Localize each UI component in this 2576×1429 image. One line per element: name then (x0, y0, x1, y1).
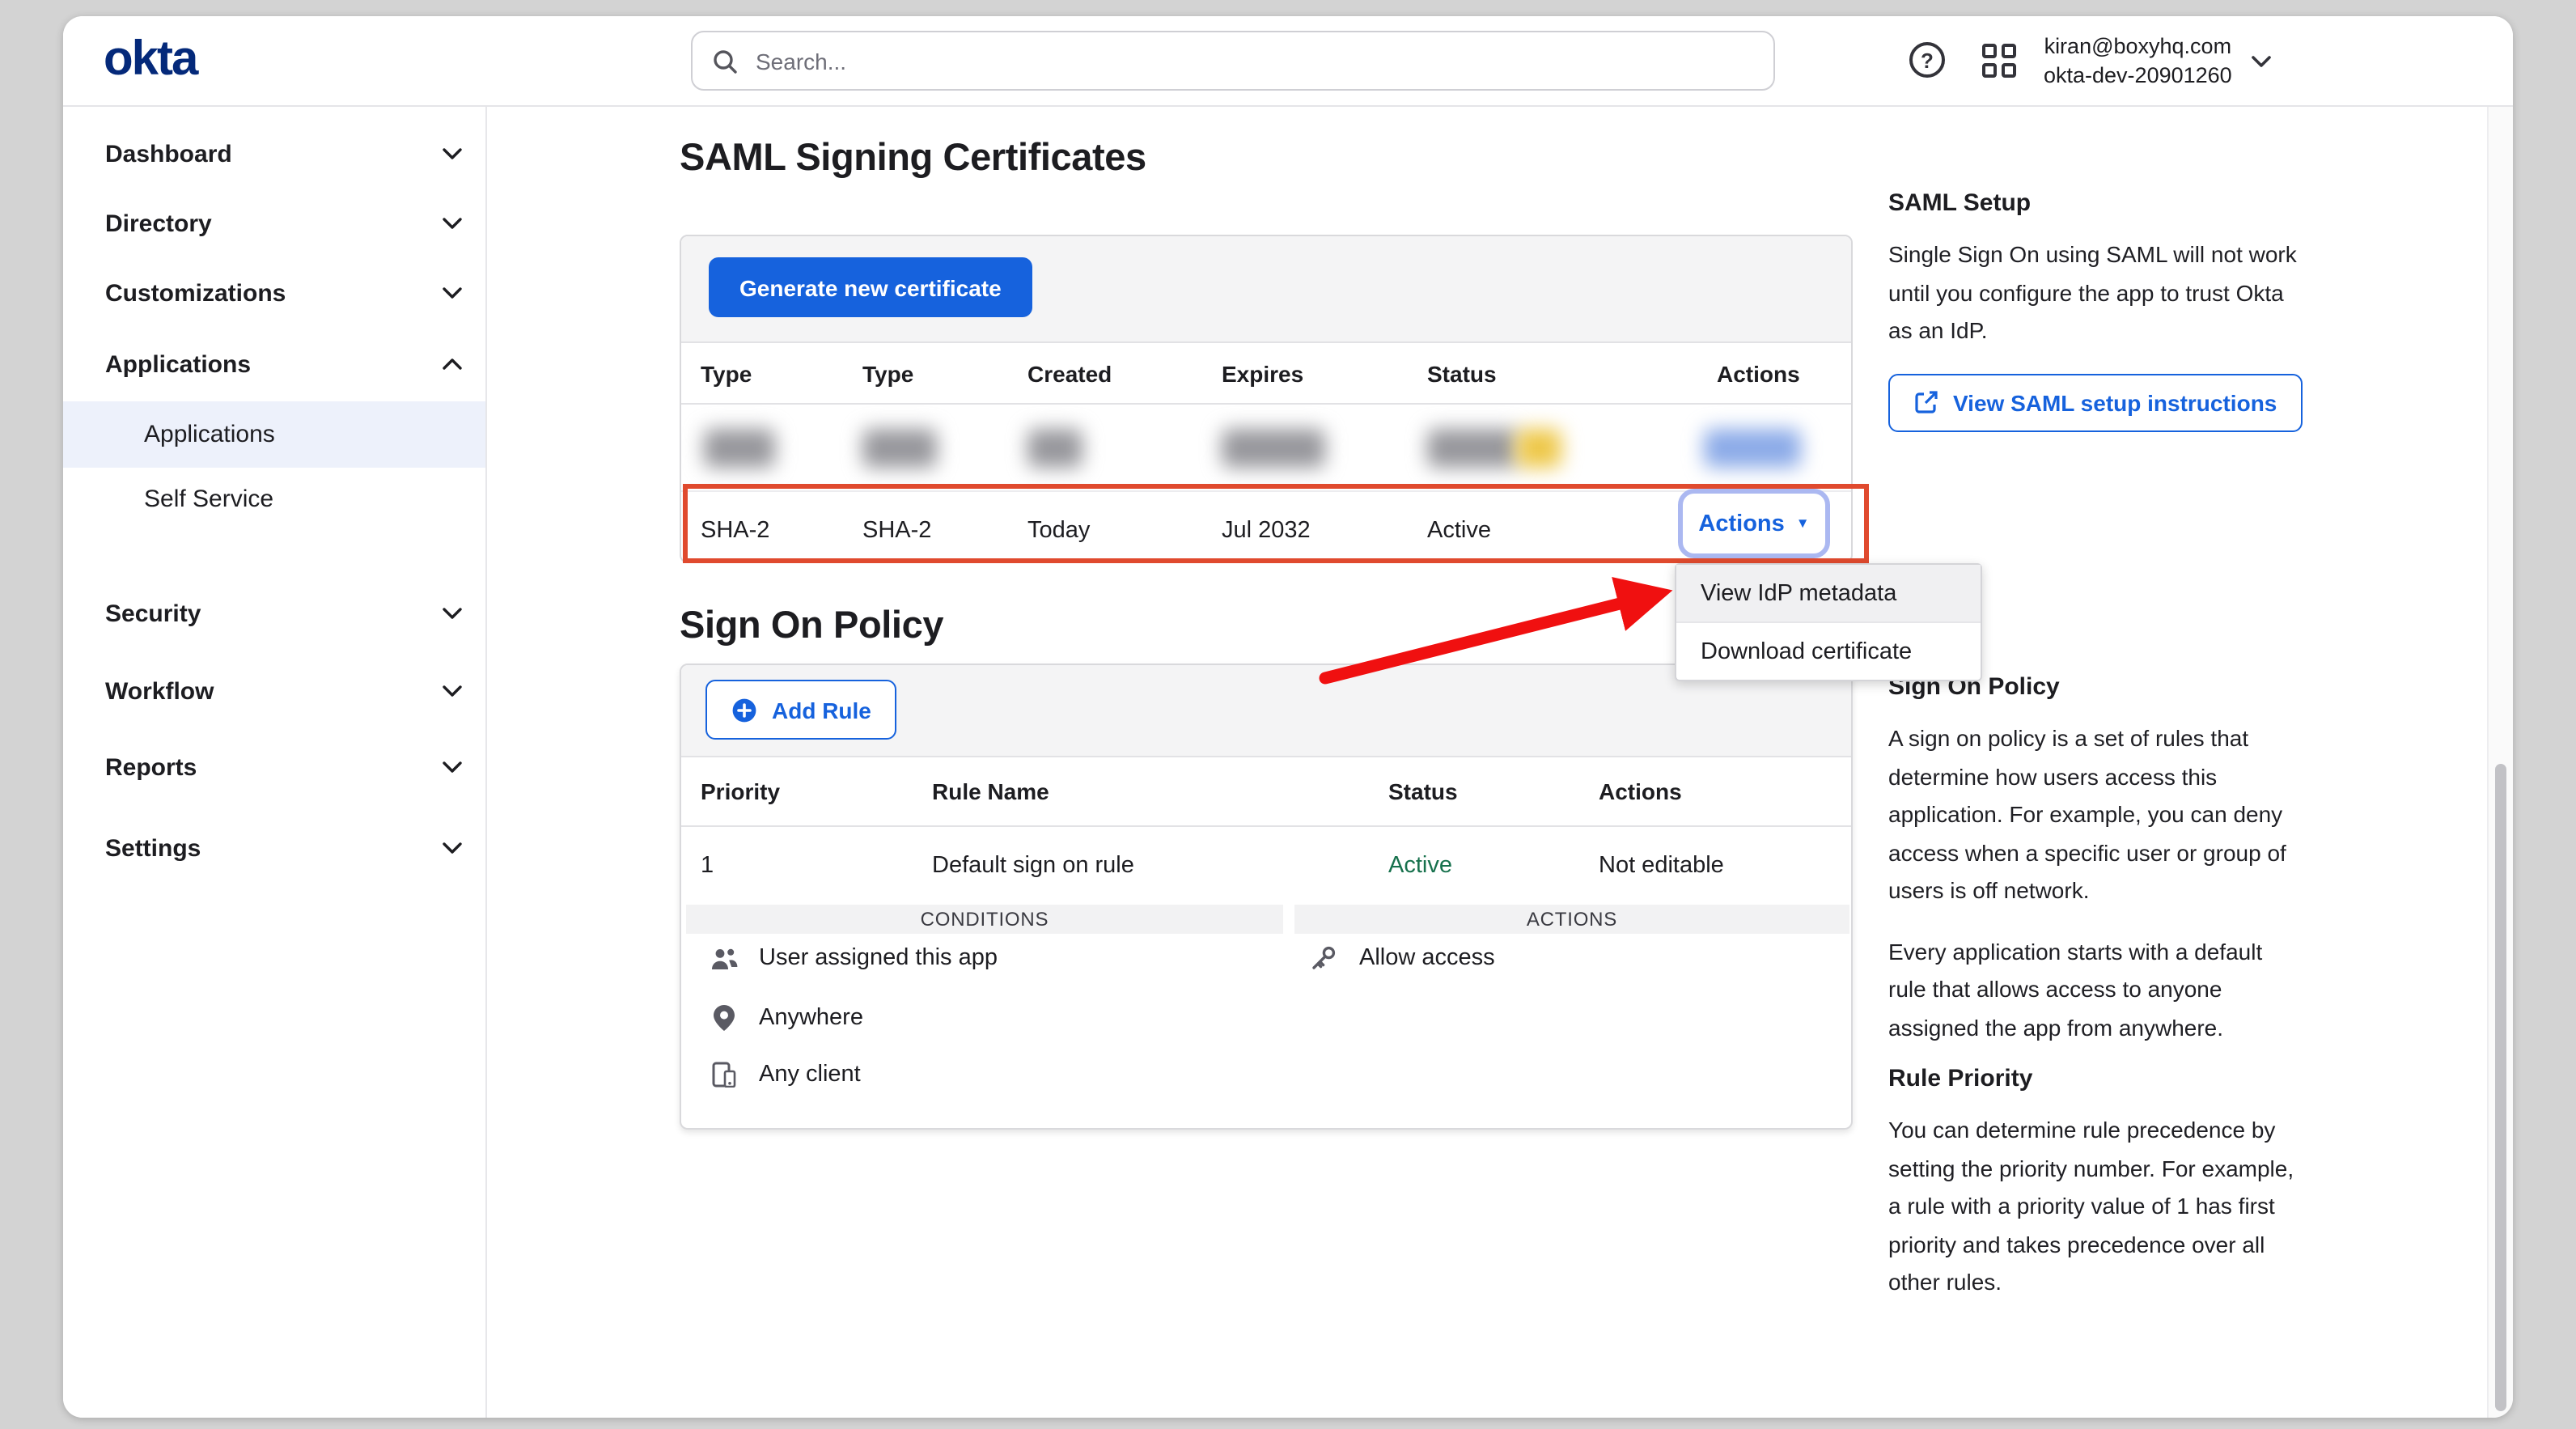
action-label: Allow access (1359, 945, 1495, 971)
cell-type1: SHA-2 (701, 517, 769, 543)
cell-rule-name: Default sign on rule (932, 853, 1134, 879)
condition-user-assigned: User assigned this app (709, 942, 998, 974)
column-header-type2: Type (862, 360, 913, 386)
condition-label: User assigned this app (759, 945, 998, 971)
page-title: SAML Signing Certificates (680, 136, 1146, 180)
column-header-type1: Type (701, 360, 752, 386)
add-rule-button[interactable]: Add Rule (705, 680, 897, 740)
rule-priority-section: Rule Priority You can determine rule pre… (1888, 1065, 2306, 1325)
account-org: okta-dev-20901260 (2044, 61, 2232, 91)
rule-priority-body: You can determine rule precedence by set… (1888, 1112, 2306, 1302)
column-header-rule-name: Rule Name (932, 778, 1049, 804)
users-icon (709, 946, 738, 970)
cell-expires: Jul 2032 (1222, 517, 1311, 543)
menu-item-view-idp-metadata[interactable]: View IdP metadata (1676, 565, 1981, 623)
search-input[interactable] (752, 46, 1754, 75)
caret-down-icon: ▼ (1796, 517, 1810, 531)
policy-table-header: Priority Rule Name Status Actions (681, 757, 1851, 827)
location-pin-icon (709, 1005, 738, 1031)
cell-status: Active (1388, 853, 1452, 879)
action-allow-access: Allow access (1309, 942, 1495, 974)
column-header-status: Status (1388, 778, 1458, 804)
help-button[interactable]: ? (1909, 42, 1945, 78)
apps-grid-button[interactable] (1982, 44, 2016, 78)
view-saml-setup-instructions-button[interactable]: View SAML setup instructions (1888, 373, 2303, 431)
cell-actions: Not editable (1599, 853, 1724, 879)
sign-on-policy-help-section: Sign On Policy A sign on policy is a set… (1888, 673, 2306, 1070)
cell-priority: 1 (701, 853, 714, 879)
scrollbar (2487, 107, 2513, 1418)
topbar: okta ? kiran@boxyhq.com okta-dev-2090126… (63, 16, 2513, 107)
column-header-actions: Actions (1599, 778, 1682, 804)
menu-item-download-certificate[interactable]: Download certificate (1676, 623, 1981, 680)
redacted-cell (1027, 428, 1083, 467)
actions-menu: View IdP metadata Download certificate (1675, 563, 1982, 681)
sign-on-policy-help-p2: Every application starts with a default … (1888, 933, 2306, 1047)
saml-setup-heading: SAML Setup (1888, 189, 2306, 217)
redacted-status-icon (1516, 428, 1561, 467)
search-icon (712, 48, 738, 74)
okta-logo: okta (104, 34, 197, 86)
cell-type2: SHA-2 (862, 517, 931, 543)
account-email: kiran@boxyhq.com (2044, 32, 2232, 61)
certificates-panel: Generate new certificate Type Type Creat… (680, 235, 1853, 563)
key-icon (1309, 945, 1338, 971)
sign-on-policy-title: Sign On Policy (680, 604, 943, 647)
rule-detail-headers: CONDITIONS ACTIONS (681, 905, 1851, 934)
redacted-cell (1222, 428, 1325, 467)
search-box (691, 31, 1775, 91)
conditions-header: CONDITIONS (686, 905, 1283, 934)
actions-label: Actions (1698, 511, 1784, 536)
redacted-cell (704, 428, 775, 467)
column-header-actions: Actions (1717, 360, 1800, 386)
scrollbar-thumb[interactable] (2494, 764, 2506, 1411)
external-link-icon (1914, 390, 1938, 414)
chevron-down-icon (2252, 47, 2273, 76)
cell-created: Today (1027, 517, 1090, 543)
condition-label: Any client (759, 1062, 861, 1088)
add-rule-label: Add Rule (772, 697, 871, 723)
sign-on-policy-help-p1: A sign on policy is a set of rules that … (1888, 720, 2306, 910)
sign-on-policy-panel: Add Rule Priority Rule Name Status Actio… (680, 664, 1853, 1130)
condition-label: Anywhere (759, 1005, 863, 1031)
redacted-cell (1427, 428, 1518, 467)
certificate-actions-dropdown-trigger[interactable]: Actions ▼ (1678, 489, 1830, 558)
condition-any-client: Any client (709, 1058, 861, 1091)
generate-certificate-button[interactable]: Generate new certificate (709, 257, 1032, 317)
certificate-row-redacted (681, 405, 1851, 492)
column-header-priority: Priority (701, 778, 780, 804)
device-icon (709, 1062, 738, 1088)
admin-console-window: okta ? kiran@boxyhq.com okta-dev-2090126… (63, 16, 2513, 1418)
apps-grid-icon (1982, 44, 2016, 78)
redacted-cell (862, 428, 937, 467)
plus-circle-icon (731, 697, 757, 723)
view-saml-setup-label: View SAML setup instructions (1953, 389, 2277, 415)
saml-setup-body: Single Sign On using SAML will not work … (1888, 236, 2306, 350)
account-menu[interactable]: kiran@boxyhq.com okta-dev-20901260 (2044, 29, 2273, 94)
column-header-created: Created (1027, 360, 1112, 386)
redacted-action-link (1704, 428, 1801, 467)
policy-rule-row: 1 Default sign on rule Active Not editab… (681, 827, 1851, 905)
condition-anywhere: Anywhere (709, 1002, 863, 1034)
rule-priority-heading: Rule Priority (1888, 1065, 2306, 1092)
actions-header: ACTIONS (1294, 905, 1849, 934)
column-header-expires: Expires (1222, 360, 1303, 386)
cell-status: Active (1427, 517, 1491, 543)
certificate-row: SHA-2 SHA-2 Today Jul 2032 Active (681, 492, 1851, 568)
certificates-table-header: Type Type Created Expires Status Actions (681, 343, 1851, 405)
certificates-panel-header: Generate new certificate (681, 236, 1851, 343)
column-header-status: Status (1427, 360, 1497, 386)
question-icon: ? (1909, 42, 1945, 78)
saml-setup-section: SAML Setup Single Sign On using SAML wil… (1888, 189, 2306, 431)
